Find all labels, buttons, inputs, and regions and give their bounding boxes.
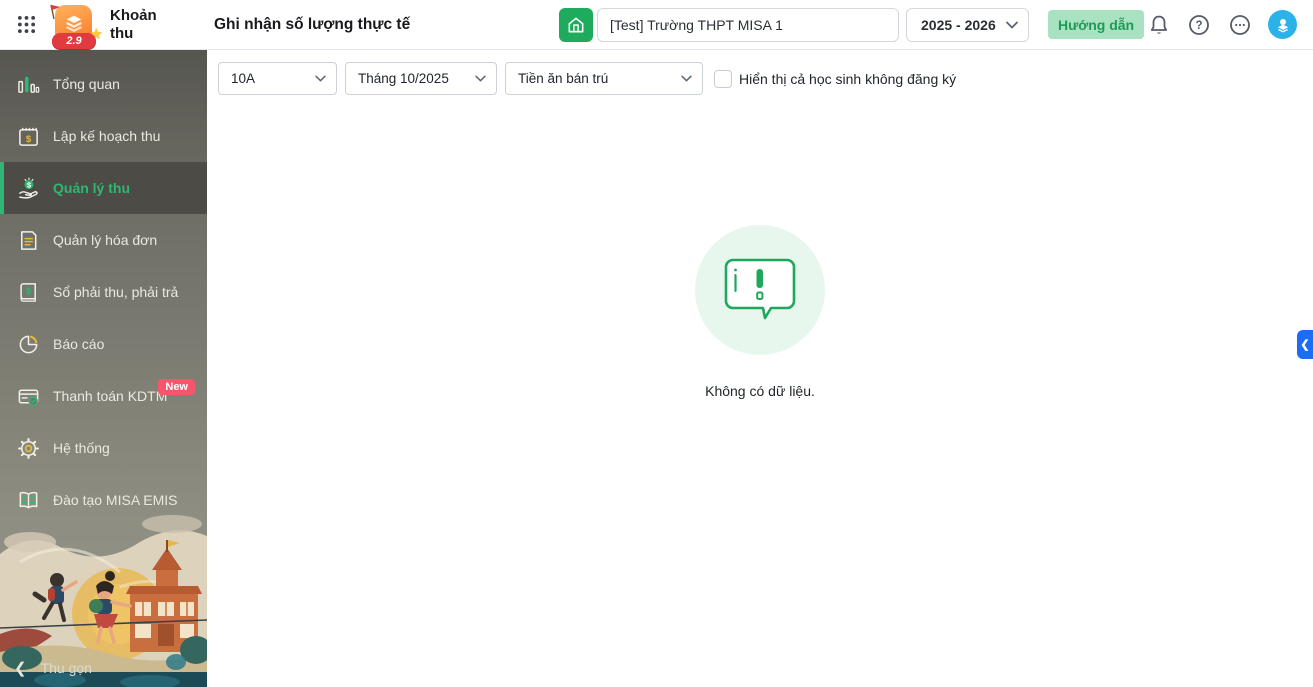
ledger-icon: $	[16, 280, 40, 304]
collapse-label: Thu gọn	[41, 660, 92, 676]
sidebar-item-tong-quan[interactable]: Tổng quan	[0, 58, 207, 110]
invoice-icon	[16, 228, 40, 252]
home-icon	[559, 8, 593, 42]
app-header: ★ 2.9 Khoản thu Ghi nhận số lượng thực t…	[0, 0, 1313, 50]
svg-text:?: ?	[1195, 20, 1202, 32]
no-data-bubble-icon	[723, 256, 797, 324]
school-selector-value[interactable]: [Test] Trường THPT MISA 1	[597, 8, 899, 42]
svg-text:$: $	[26, 180, 31, 189]
more-options-icon[interactable]	[1228, 13, 1252, 37]
user-avatar[interactable]	[1268, 10, 1297, 39]
filter-bar: 10A Tháng 10/2025 Tiền ăn bán trú Hiển t…	[207, 50, 1313, 95]
chevron-down-icon	[681, 75, 692, 82]
app-title: Khoản thu	[110, 7, 170, 42]
empty-state: Không có dữ liệu.	[695, 225, 825, 399]
sidebar-item-lap-ke-hoach-thu[interactable]: $ Lập kế hoạch thu	[0, 110, 207, 162]
bar-chart-icon	[16, 72, 40, 96]
sidebar-item-label: Quản lý thu	[53, 180, 130, 196]
card-payment-icon	[16, 384, 40, 408]
open-book-icon	[16, 488, 40, 512]
checkbox-label: Hiển thị cả học sinh không đăng ký	[739, 71, 956, 87]
sidebar-nav: Tổng quan $ Lập kế hoạch thu $	[0, 50, 207, 526]
empty-state-message: Không có dữ liệu.	[695, 383, 825, 399]
app-logo: ★ 2.9	[46, 2, 102, 48]
sidebar: Tổng quan $ Lập kế hoạch thu $	[0, 50, 207, 687]
gear-icon	[16, 436, 40, 460]
version-badge: 2.9	[52, 33, 96, 49]
class-filter-dropdown[interactable]: 10A	[218, 62, 337, 95]
notification-bell-icon[interactable]	[1147, 13, 1171, 37]
checkbox-unchecked[interactable]	[714, 70, 732, 88]
sidebar-item-label: Lập kế hoạch thu	[53, 128, 160, 144]
sidebar-item-label: Đào tạo MISA EMIS	[53, 492, 178, 508]
new-badge: New	[158, 379, 195, 395]
school-year-dropdown[interactable]: 2025 - 2026	[906, 8, 1029, 42]
pie-chart-icon	[16, 332, 40, 356]
sidebar-item-label: Quản lý hóa đơn	[53, 232, 157, 248]
app-grid-icon[interactable]	[14, 13, 38, 37]
chevron-down-icon	[475, 75, 486, 82]
main-content: 10A Tháng 10/2025 Tiền ăn bán trú Hiển t…	[207, 50, 1313, 687]
calendar-dollar-icon: $	[16, 124, 40, 148]
school-selector[interactable]: [Test] Trường THPT MISA 1	[559, 8, 899, 42]
help-icon[interactable]: ?	[1187, 13, 1211, 37]
guide-button[interactable]: Hướng dẫn	[1048, 10, 1144, 39]
hand-coin-icon: $	[16, 176, 40, 200]
show-unregistered-checkbox-row[interactable]: Hiển thị cả học sinh không đăng ký	[714, 70, 956, 88]
sidebar-item-label: Sổ phải thu, phải trả	[53, 284, 178, 300]
chevron-left-icon: ❮	[14, 659, 27, 677]
sidebar-item-thanh-toan-kdtm[interactable]: Thanh toán KDTM New	[0, 370, 207, 422]
sidebar-item-label: Thanh toán KDTM	[53, 388, 167, 404]
right-panel-toggle[interactable]: ❮	[1297, 330, 1313, 359]
svg-text:$: $	[25, 133, 31, 144]
sidebar-item-quan-ly-thu[interactable]: $ Quản lý thu	[0, 162, 207, 214]
chevron-down-icon	[1006, 21, 1018, 29]
sidebar-item-label: Hệ thống	[53, 440, 110, 456]
sidebar-item-quan-ly-hoa-don[interactable]: Quản lý hóa đơn	[0, 214, 207, 266]
sidebar-item-dao-tao-misa-emis[interactable]: Đào tạo MISA EMIS	[0, 474, 207, 526]
page-title: Ghi nhận số lượng thực tế	[214, 16, 410, 34]
sidebar-item-so-phai-thu-phai-tra[interactable]: $ Sổ phải thu, phải trả	[0, 266, 207, 318]
sidebar-item-label: Báo cáo	[53, 336, 104, 352]
svg-text:$: $	[25, 285, 30, 295]
empty-state-circle	[695, 225, 825, 355]
sidebar-item-he-thong[interactable]: Hệ thống	[0, 422, 207, 474]
chevron-left-icon: ❮	[1300, 338, 1309, 351]
chevron-down-icon	[315, 75, 326, 82]
sidebar-item-bao-cao[interactable]: Báo cáo	[0, 318, 207, 370]
fee-filter-dropdown[interactable]: Tiền ăn bán trú	[505, 62, 703, 95]
month-filter-dropdown[interactable]: Tháng 10/2025	[345, 62, 497, 95]
sidebar-collapse-button[interactable]: ❮ Thu gọn	[14, 659, 92, 677]
sidebar-item-label: Tổng quan	[53, 76, 120, 92]
